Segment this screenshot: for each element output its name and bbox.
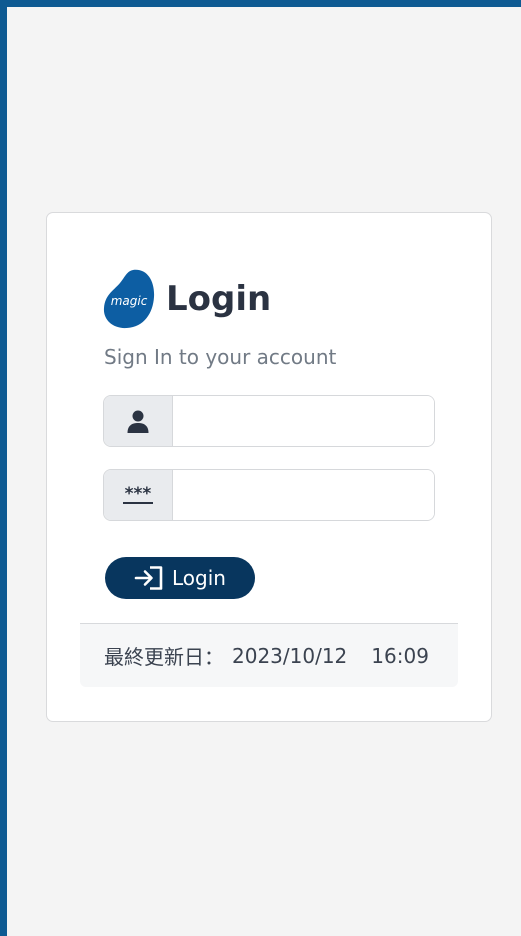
svg-text:magic: magic — [111, 294, 148, 308]
login-button[interactable]: Login — [105, 557, 255, 599]
last-updated-time: 16:09 — [371, 643, 429, 668]
sign-in-icon — [134, 566, 163, 590]
page-subtitle: Sign In to your account — [104, 345, 337, 369]
username-input-group — [103, 395, 435, 447]
magic-logo: magic — [103, 269, 155, 329]
last-updated-label: 最終更新日： — [104, 645, 224, 669]
login-card: magic Login Sign In to your account *** — [46, 212, 492, 722]
password-field[interactable] — [173, 470, 434, 520]
last-updated-date: 2023/10/12 — [232, 643, 348, 668]
password-asterisk-icon: *** — [123, 484, 153, 504]
page-title: Login — [166, 279, 272, 319]
username-field[interactable] — [173, 396, 434, 446]
login-button-label: Login — [172, 566, 226, 590]
user-icon — [127, 410, 149, 433]
password-addon: *** — [104, 470, 173, 520]
last-updated-footer: 最終更新日： 2023/10/12 16:09 — [80, 623, 458, 687]
svg-text:***: *** — [125, 484, 152, 504]
username-addon — [104, 396, 173, 446]
password-input-group: *** — [103, 469, 435, 521]
login-header: magic Login — [103, 269, 271, 329]
page-background: magic Login Sign In to your account *** — [7, 7, 521, 936]
